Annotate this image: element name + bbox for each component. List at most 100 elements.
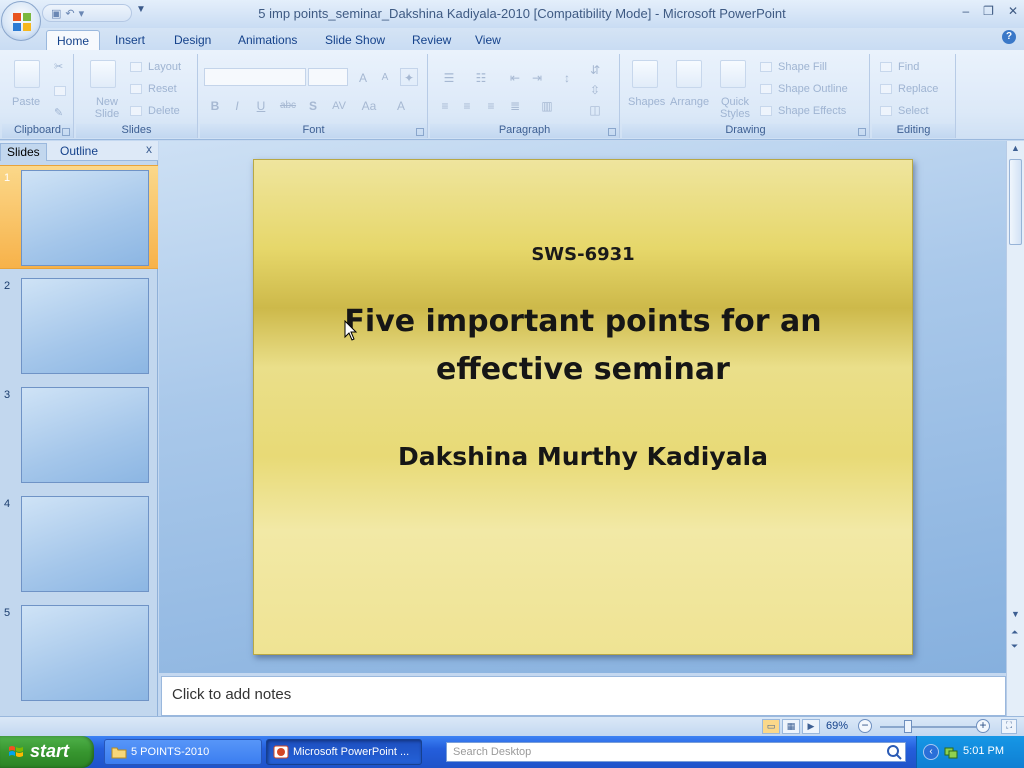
format-painter-icon[interactable]: ✎ <box>54 106 63 119</box>
shape-effects-button[interactable]: Shape Effects <box>778 105 846 117</box>
tab-animations[interactable]: Animations <box>228 30 307 50</box>
zoom-slider-thumb[interactable] <box>904 720 912 733</box>
slide-sorter-icon[interactable]: ▦ <box>782 719 800 734</box>
numbering-icon[interactable]: ☷ <box>468 68 494 86</box>
current-slide[interactable]: SWS-6931 Five important points for an ef… <box>253 159 913 655</box>
zoom-slider[interactable] <box>880 726 976 728</box>
copy-icon[interactable] <box>54 86 66 96</box>
slide-thumbnail[interactable] <box>21 278 149 374</box>
shape-outline-button[interactable]: Shape Outline <box>778 83 848 95</box>
slide-thumbnail-row[interactable]: 3 <box>0 383 158 487</box>
slide-thumbnail-row[interactable]: 5 <box>0 601 158 705</box>
tab-slide-show[interactable]: Slide Show <box>315 30 395 50</box>
tab-view[interactable]: View <box>465 30 511 50</box>
decrease-indent-icon[interactable]: ⇤ <box>506 68 524 86</box>
slide-thumbnail-row[interactable]: 2 <box>0 274 158 378</box>
previous-slide-icon[interactable]: ⏶ <box>1011 627 1018 638</box>
font-name-combo[interactable] <box>204 68 306 86</box>
next-slide-icon[interactable]: ⏷ <box>1011 641 1018 652</box>
slide-thumbnail-row[interactable]: 1 <box>0 165 158 269</box>
cut-icon[interactable]: ✂ <box>54 60 63 73</box>
slide-thumbnail[interactable] <box>21 605 149 701</box>
quick-styles-button[interactable]: Quick Styles <box>718 96 752 120</box>
restore-button[interactable]: ❐ <box>983 4 994 18</box>
clock[interactable]: 5:01 PM <box>963 745 1004 757</box>
help-icon[interactable]: ? <box>1002 30 1016 44</box>
clear-format-icon[interactable]: ✦ <box>400 68 418 86</box>
increase-indent-icon[interactable]: ⇥ <box>528 68 546 86</box>
paragraph-launcher-icon[interactable] <box>608 128 616 136</box>
align-left-icon[interactable]: ≡ <box>436 96 454 114</box>
shapes-button[interactable]: Shapes <box>628 96 665 108</box>
grow-font-button[interactable]: A <box>354 68 372 86</box>
slide-thumbnail[interactable] <box>21 496 149 592</box>
zoom-out-icon[interactable]: − <box>858 719 872 733</box>
office-button[interactable] <box>1 1 41 41</box>
italic-button[interactable]: I <box>228 96 246 114</box>
scroll-up-icon[interactable]: ▲ <box>1011 143 1020 153</box>
strikethrough-button[interactable]: abc <box>276 96 300 114</box>
bullets-icon[interactable]: ☰ <box>436 68 462 86</box>
network-icon[interactable] <box>943 744 959 760</box>
tab-insert[interactable]: Insert <box>105 30 155 50</box>
text-direction-icon[interactable]: ⇵ <box>586 60 604 78</box>
drawing-launcher-icon[interactable] <box>858 128 866 136</box>
align-text-icon[interactable]: ⇳ <box>586 80 604 98</box>
font-launcher-icon[interactable] <box>416 128 424 136</box>
change-case-button[interactable]: Aa <box>358 96 380 114</box>
scrollbar-thumb[interactable] <box>1009 159 1022 245</box>
bold-button[interactable]: B <box>206 96 224 114</box>
tab-outline[interactable]: Outline <box>54 143 104 161</box>
taskbar-item-powerpoint[interactable]: Microsoft PowerPoint ... <box>266 739 422 765</box>
new-slide-button[interactable]: New Slide <box>92 96 122 120</box>
notes-pane[interactable]: Click to add notes <box>161 676 1006 716</box>
slide-title[interactable]: Five important points for an effective s… <box>314 298 852 394</box>
shape-fill-button[interactable]: Shape Fill <box>778 61 827 73</box>
tab-design[interactable]: Design <box>164 30 221 50</box>
search-icon[interactable] <box>884 743 904 761</box>
slide-thumbnail-row[interactable]: 4 <box>0 492 158 596</box>
tab-review[interactable]: Review <box>402 30 461 50</box>
minimize-button[interactable]: – <box>962 4 969 18</box>
align-center-icon[interactable]: ≡ <box>458 96 476 114</box>
slide-course-code[interactable]: SWS-6931 <box>254 244 912 265</box>
zoom-level[interactable]: 69% <box>826 720 848 732</box>
justify-icon[interactable]: ≣ <box>506 96 524 114</box>
reset-button[interactable]: Reset <box>148 83 177 95</box>
taskbar-item-folder[interactable]: 5 POINTS-2010 <box>104 739 262 765</box>
vertical-scrollbar[interactable]: ▲ ▼ ⏶ ⏷ <box>1006 141 1024 716</box>
clipboard-launcher-icon[interactable] <box>62 128 70 136</box>
shrink-font-button[interactable]: A <box>376 68 394 86</box>
show-hidden-icons-icon[interactable]: ‹ <box>923 744 939 760</box>
zoom-in-icon[interactable]: + <box>976 719 990 733</box>
layout-button[interactable]: Layout <box>148 61 181 73</box>
slide-show-icon[interactable]: ▶ <box>802 719 820 734</box>
font-size-combo[interactable] <box>308 68 348 86</box>
slide-thumbnail[interactable] <box>21 387 149 483</box>
underline-button[interactable]: U <box>252 96 270 114</box>
align-right-icon[interactable]: ≡ <box>482 96 500 114</box>
delete-button[interactable]: Delete <box>148 105 180 117</box>
tab-home[interactable]: Home <box>46 30 101 50</box>
slide-thumbnail[interactable] <box>21 170 149 266</box>
replace-button[interactable]: Replace <box>898 83 938 95</box>
panel-close-icon[interactable]: x <box>146 142 152 156</box>
arrange-button[interactable]: Arrange <box>670 96 709 108</box>
find-button[interactable]: Find <box>898 61 919 73</box>
fit-to-window-icon[interactable]: ⛶ <box>1001 719 1017 734</box>
line-spacing-icon[interactable]: ↕ <box>554 68 580 86</box>
character-spacing-button[interactable]: AV <box>326 96 352 114</box>
smartart-icon[interactable]: ◫ <box>586 100 604 118</box>
start-button[interactable]: start <box>0 736 94 768</box>
text-shadow-button[interactable]: S <box>304 96 322 114</box>
paste-button[interactable]: Paste <box>12 96 40 108</box>
normal-view-icon[interactable]: ▭ <box>762 719 780 734</box>
slide-author[interactable]: Dakshina Murthy Kadiyala <box>254 442 912 471</box>
scroll-down-icon[interactable]: ▼ <box>1011 609 1020 619</box>
desktop-search-input[interactable]: Search Desktop <box>446 742 906 762</box>
close-button[interactable]: ✕ <box>1008 4 1018 18</box>
font-color-button[interactable]: A <box>392 96 410 114</box>
tab-slides[interactable]: Slides <box>0 143 47 161</box>
select-button[interactable]: Select <box>898 105 929 117</box>
columns-icon[interactable]: ▥ <box>534 96 560 114</box>
